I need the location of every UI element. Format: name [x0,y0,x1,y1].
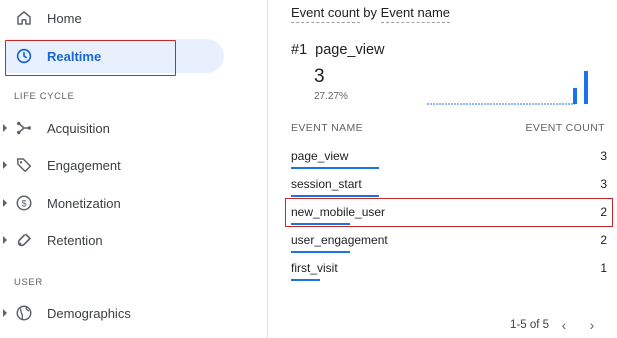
event-name-cell: first_visit [291,261,338,275]
sidebar-item-acquisition[interactable]: Acquisition [0,110,268,146]
dollar-icon: $ [15,194,33,212]
table-row[interactable]: page_view 3 [291,145,607,173]
sidebar-item-engagement[interactable]: Engagement [0,147,268,183]
event-name-cell: user_engagement [291,233,388,247]
sidebar-item-label: Engagement [47,157,121,173]
event-count-cell: 3 [600,177,607,191]
expand-caret-icon[interactable] [3,124,7,132]
event-count-cell: 1 [600,261,607,275]
top-event-percent: 27.27% [314,91,348,102]
column-header-event-name[interactable]: EVENT NAME [291,122,363,134]
sidebar-item-label: Retention [47,232,103,248]
section-title-user: USER [14,277,43,288]
card-title: Event count by Event name [291,5,451,23]
expand-caret-icon[interactable] [3,199,7,207]
expand-caret-icon[interactable] [3,161,7,169]
sidebar-item-label: Home [47,10,82,26]
selection-highlight [5,40,176,76]
share-bar [291,195,379,197]
top-event-value: 3 [314,66,325,87]
expand-caret-icon[interactable] [3,309,7,317]
table-row[interactable]: session_start 3 [291,173,607,201]
expand-caret-icon[interactable] [3,236,7,244]
globe-icon [15,304,33,322]
event-name-cell: page_view [291,149,349,163]
share-bar [291,251,350,253]
top-event-heading: #1 page_view [291,42,385,58]
table-row[interactable]: user_engagement 2 [291,229,607,257]
row-selection-highlight [285,198,613,227]
tag-icon [15,156,33,174]
acquisition-icon [15,119,33,137]
sparkline-bar [573,88,577,104]
metric-selector[interactable]: Event count [291,5,360,23]
top-rank: #1 [291,42,308,58]
dimension-selector[interactable]: Event name [380,5,451,23]
section-title-life-cycle: LIFE CYCLE [14,91,75,102]
event-count-card: Event count by Event name #1 page_view 3… [269,0,617,338]
event-name-cell: session_start [291,177,362,191]
sidebar: Home Realtime LIFE CYCLE Acquisition Eng… [0,0,268,338]
chevron-right-icon[interactable]: › [581,317,603,333]
top-event-name: page_view [315,42,385,58]
share-bar [291,279,320,281]
chevron-left-icon[interactable]: ‹ [553,317,575,333]
pagination-text: 1-5 of 5 [510,319,549,331]
sidebar-item-demographics[interactable]: Demographics [0,295,268,331]
svg-text:$: $ [21,198,26,208]
sidebar-item-monetization[interactable]: $ Monetization [0,185,268,221]
sidebar-item-realtime[interactable]: Realtime [0,38,268,76]
magnet-icon [15,231,33,249]
sidebar-item-label: Demographics [47,305,131,321]
sidebar-item-home[interactable]: Home [0,0,268,36]
sparkline-bar [584,71,588,104]
share-bar [291,167,379,169]
event-count-cell: 2 [600,233,607,247]
event-count-cell: 3 [600,149,607,163]
analytics-app: Home Realtime LIFE CYCLE Acquisition Eng… [0,0,617,338]
sidebar-item-label: Acquisition [47,120,110,136]
sidebar-item-label: Monetization [47,195,121,211]
column-header-event-count[interactable]: EVENT COUNT [526,122,605,134]
pagination: 1-5 of 5 ‹ › [510,317,603,333]
sidebar-item-retention[interactable]: Retention [0,222,268,258]
home-icon [15,9,33,27]
title-by: by [363,5,378,20]
table-row[interactable]: first_visit 1 [291,257,607,285]
sparkline-chart [427,71,588,105]
